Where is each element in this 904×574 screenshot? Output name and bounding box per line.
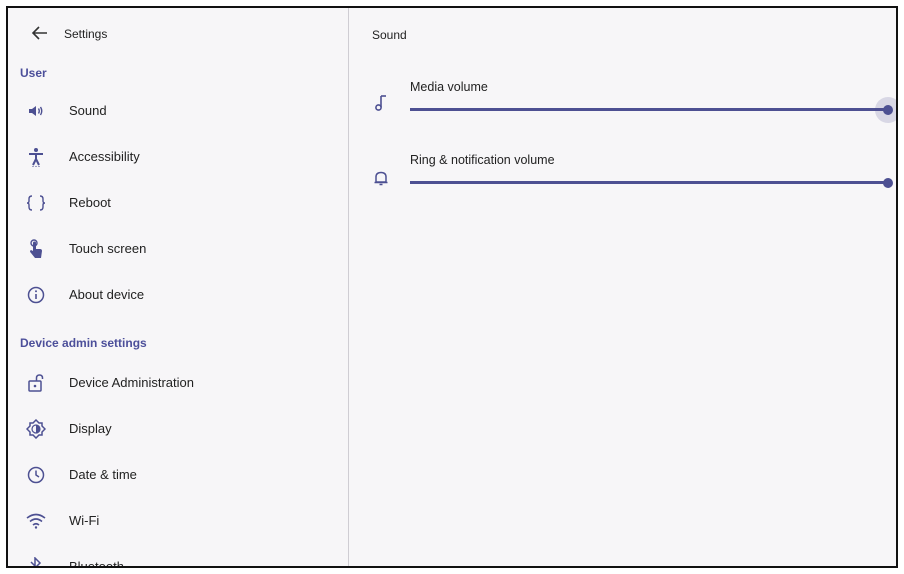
- slider-thumb[interactable]: [883, 178, 893, 188]
- ring-volume-row: Ring & notification volume: [358, 153, 896, 213]
- ring-volume-slider[interactable]: [410, 173, 893, 193]
- sidebar-item-label: Sound: [69, 103, 107, 118]
- sidebar-item-sound[interactable]: Sound: [8, 89, 348, 133]
- music-note-icon: [372, 94, 390, 112]
- touch-icon: [26, 239, 46, 259]
- sidebar-item-display[interactable]: Display: [8, 407, 348, 451]
- bell-icon: [372, 169, 390, 187]
- sidebar-header: Settings: [8, 8, 348, 60]
- sidebar-item-about-device[interactable]: About device: [8, 273, 348, 317]
- sidebar-item-label: Bluetooth: [69, 559, 124, 568]
- media-volume-slider[interactable]: [410, 97, 896, 123]
- media-volume-label: Media volume: [410, 80, 488, 94]
- sidebar-item-date-time[interactable]: Date & time: [8, 453, 348, 497]
- sidebar-item-label: Display: [69, 421, 112, 436]
- ring-volume-label: Ring & notification volume: [410, 153, 555, 167]
- speaker-icon: [26, 101, 46, 121]
- sidebar-item-label: Wi-Fi: [69, 513, 100, 528]
- back-arrow-icon[interactable]: [30, 23, 50, 43]
- unlock-icon: [26, 373, 46, 393]
- media-volume-row: Media volume: [358, 80, 896, 140]
- sidebar-item-label: Date & time: [69, 467, 137, 482]
- sidebar-item-label: Touch screen: [69, 241, 147, 256]
- bluetooth-icon: [26, 557, 46, 566]
- accessibility-icon: [26, 147, 46, 167]
- slider-fill: [410, 181, 888, 184]
- info-icon: [26, 285, 46, 305]
- braces-icon: [26, 193, 46, 213]
- slider-thumb[interactable]: [883, 105, 893, 115]
- sidebar-item-bluetooth[interactable]: Bluetooth: [8, 545, 348, 568]
- page-title: Settings: [64, 27, 108, 41]
- pane-divider: [348, 8, 349, 566]
- settings-window: Settings User Sound Accessibility Reboot…: [6, 6, 898, 568]
- sidebar-item-touch-screen[interactable]: Touch screen: [8, 227, 348, 271]
- wifi-icon: [26, 511, 46, 531]
- sidebar-item-device-administration[interactable]: Device Administration: [8, 361, 348, 405]
- content-title: Sound: [372, 28, 407, 42]
- sidebar-item-accessibility[interactable]: Accessibility: [8, 135, 348, 179]
- sidebar-item-label: About device: [69, 287, 145, 302]
- slider-fill: [410, 108, 888, 111]
- sidebar-item-label: Reboot: [69, 195, 111, 210]
- sidebar-item-reboot[interactable]: Reboot: [8, 181, 348, 225]
- section-label-user: User: [20, 66, 47, 80]
- sidebar-item-label: Accessibility: [69, 149, 140, 164]
- sidebar-item-wifi[interactable]: Wi-Fi: [8, 499, 348, 543]
- section-label-device-admin: Device admin settings: [20, 336, 147, 350]
- brightness-icon: [26, 419, 46, 439]
- clock-icon: [26, 465, 46, 485]
- sidebar-item-label: Device Administration: [69, 375, 194, 390]
- sidebar: Settings User Sound Accessibility Reboot…: [8, 8, 349, 566]
